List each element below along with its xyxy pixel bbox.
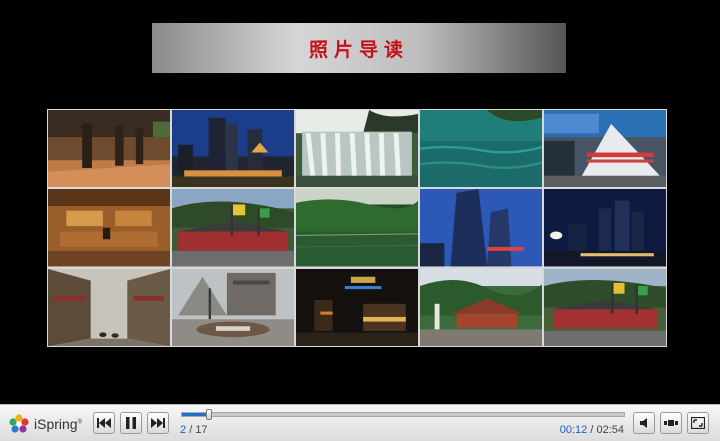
photo-night-market: [296, 268, 418, 346]
current-slide: 2: [180, 424, 187, 436]
photo-bronze-statues: [48, 110, 170, 188]
slide-separator: /: [189, 424, 193, 436]
photo-temple-flags-2: [544, 268, 666, 346]
photo-office-lobby: [48, 189, 170, 267]
photo-city-night-lights: [544, 189, 666, 267]
photo-square-trees: [172, 268, 294, 346]
photo-old-street: [48, 268, 170, 346]
slide-title-banner: 照片导读: [152, 23, 566, 73]
elapsed-time: 00:12: [559, 424, 588, 436]
photo-grid: [47, 109, 667, 347]
rewind-button[interactable]: [93, 412, 115, 434]
forward-icon: [151, 418, 165, 428]
photo-lake-water: [420, 110, 542, 188]
layout-icon: [664, 420, 678, 426]
time-display: 00:12 / 02:54: [560, 424, 624, 436]
slide-counter: 2 / 17: [180, 424, 208, 436]
ispring-flower-icon: [9, 414, 29, 433]
fullscreen-icon: [691, 417, 705, 429]
layout-button[interactable]: [660, 412, 682, 434]
volume-button[interactable]: [633, 412, 655, 434]
progress-thumb[interactable]: [205, 409, 212, 420]
photo-city-night-towers: [172, 110, 294, 188]
progress-track[interactable]: [181, 409, 625, 420]
pause-icon: [126, 417, 136, 429]
rewind-icon: [97, 418, 111, 428]
total-duration: 02:54: [596, 424, 624, 436]
time-separator: /: [590, 424, 594, 436]
ispring-logo: iSpring®: [8, 413, 88, 435]
fullscreen-button[interactable]: [687, 412, 709, 434]
total-slides: 17: [195, 424, 208, 436]
slide-area: 照片导读: [0, 0, 720, 404]
player-controls: iSpring® 2 / 17 00:12 / 02:54: [0, 404, 720, 441]
progress-fill: [182, 413, 209, 416]
brand-name: iSpring®: [34, 416, 83, 432]
photo-temple-flags: [172, 189, 294, 267]
slide-title: 照片导读: [308, 38, 409, 61]
pause-button[interactable]: [120, 412, 142, 434]
photo-stone-monument: [544, 110, 666, 188]
photo-green-lake: [296, 189, 418, 267]
forward-button[interactable]: [147, 412, 169, 434]
photo-skyscraper-dusk: [420, 189, 542, 267]
photo-waterfall: [296, 110, 418, 188]
photo-mountain-temple: [420, 268, 542, 346]
speaker-icon: [640, 418, 647, 428]
